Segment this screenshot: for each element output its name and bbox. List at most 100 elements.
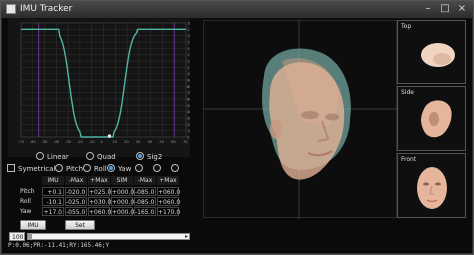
value-cell[interactable]: -025.0 bbox=[65, 197, 87, 206]
radio-sig2-icon bbox=[136, 152, 144, 160]
radio-quad[interactable]: Quad bbox=[86, 152, 116, 161]
radio-linear[interactable]: Linear bbox=[36, 152, 69, 161]
y-tick-label: 80 bbox=[187, 85, 190, 89]
status-text: P:0.06;PR:-11.41;RY:165.46;Y bbox=[8, 242, 110, 249]
value-cell[interactable]: -165.0 bbox=[134, 207, 156, 216]
x-tick-label: 60 bbox=[171, 140, 176, 144]
slider-thumb[interactable] bbox=[28, 233, 32, 240]
radio-pitch[interactable]: Pitch bbox=[55, 164, 84, 173]
y-tick-label: 40 bbox=[187, 110, 190, 114]
rate-spinbox[interactable]: 100 bbox=[9, 232, 25, 241]
value-cell[interactable]: +000.0 bbox=[111, 187, 134, 196]
title-bar: IMU Tracker – □ × bbox=[1, 1, 473, 19]
side-view-label: Side bbox=[401, 89, 414, 96]
set-ranges-button[interactable]: Set Ranges bbox=[65, 220, 95, 239]
symmetrical-checkbox[interactable]: Symetrical bbox=[7, 164, 56, 173]
row-label: Roll bbox=[20, 198, 31, 205]
radio-roll-label: Roll bbox=[94, 165, 107, 173]
side-view-panel[interactable]: Side bbox=[397, 86, 466, 151]
value-cell[interactable]: +060.0 bbox=[88, 207, 111, 216]
x-tick-label: 70 bbox=[183, 140, 188, 144]
y-tick-label: 140 bbox=[187, 47, 190, 51]
client-area: 1801701601501401301201101009080706050403… bbox=[2, 19, 472, 253]
curve-plot: 1801701601501401301201101009080706050403… bbox=[18, 22, 190, 145]
maximize-icon[interactable]: □ bbox=[438, 3, 452, 15]
radio-quad-label: Quad bbox=[97, 153, 116, 161]
value-cell[interactable]: +025.0 bbox=[88, 187, 111, 196]
3d-head-viewport[interactable] bbox=[203, 20, 398, 219]
value-cell[interactable]: -055.0 bbox=[65, 207, 87, 216]
value-cell[interactable]: +060.0 bbox=[157, 197, 180, 206]
x-tick-label: 40 bbox=[148, 140, 153, 144]
header-imu-max: +Max bbox=[88, 176, 110, 185]
x-tick-label: 10 bbox=[112, 140, 117, 144]
y-tick-label: 10 bbox=[187, 129, 190, 133]
side-view-head bbox=[421, 100, 452, 138]
minimize-icon[interactable]: – bbox=[421, 3, 435, 15]
radio-pitch-label: Pitch bbox=[66, 165, 84, 173]
header-sim: SIM bbox=[111, 176, 133, 185]
checkbox-icon bbox=[7, 164, 15, 172]
y-tick-label: 130 bbox=[187, 53, 190, 57]
sim-head bbox=[269, 62, 345, 180]
y-tick-label: 70 bbox=[187, 91, 190, 95]
value-cell[interactable]: +0.1 bbox=[42, 187, 64, 196]
radio-extra-1-icon bbox=[135, 164, 143, 172]
row-label: Pitch bbox=[20, 188, 35, 195]
radio-yaw-icon bbox=[107, 164, 115, 172]
radio-extra-2[interactable] bbox=[153, 164, 164, 173]
y-tick-label: 50 bbox=[187, 104, 190, 108]
top-view-label: Top bbox=[401, 23, 412, 30]
radio-pitch-icon bbox=[55, 164, 63, 172]
value-cell[interactable]: +060.0 bbox=[157, 187, 180, 196]
x-tick-label: -20 bbox=[77, 140, 84, 144]
x-tick-label: 20 bbox=[124, 140, 129, 144]
y-tick-label: 160 bbox=[187, 34, 190, 38]
value-cell[interactable]: -020.0 bbox=[65, 187, 87, 196]
radio-yaw-label: Yaw bbox=[118, 165, 132, 173]
header-sim-max: +Max bbox=[157, 176, 179, 185]
x-tick-label: 0 bbox=[101, 140, 104, 144]
value-cell[interactable]: -085.0 bbox=[134, 187, 156, 196]
y-tick-label: 20 bbox=[187, 123, 190, 127]
x-tick-label: 50 bbox=[159, 140, 164, 144]
y-tick-label: 60 bbox=[187, 98, 190, 102]
y-tick-label: 180 bbox=[187, 22, 190, 26]
radio-roll-icon bbox=[83, 164, 91, 172]
radio-yaw[interactable]: Yaw bbox=[107, 164, 132, 173]
radio-linear-icon bbox=[36, 152, 44, 160]
row-label: Yaw bbox=[20, 208, 32, 215]
value-cell[interactable]: -085.0 bbox=[134, 197, 156, 206]
y-tick-label: 110 bbox=[187, 66, 190, 70]
top-view-head bbox=[421, 43, 455, 67]
close-icon[interactable]: × bbox=[455, 3, 469, 15]
radio-extra-1[interactable] bbox=[135, 164, 146, 173]
value-cell[interactable]: +030.0 bbox=[88, 197, 111, 206]
y-tick-label: 100 bbox=[187, 72, 190, 76]
top-view-panel[interactable]: Top bbox=[397, 20, 466, 84]
slider-arrow-icon[interactable]: ▸ bbox=[185, 233, 188, 240]
y-tick-label: 0 bbox=[187, 136, 190, 140]
value-cell[interactable]: +17.0 bbox=[42, 207, 64, 216]
radio-sig2[interactable]: Sig2 bbox=[136, 152, 162, 161]
x-tick-label: -70 bbox=[18, 140, 25, 144]
symmetrical-label: Symetrical bbox=[18, 165, 56, 173]
front-view-panel[interactable]: Front bbox=[397, 153, 466, 218]
response-curve-graph[interactable]: 1801701601501401301201101009080706050403… bbox=[8, 19, 190, 157]
imu-zero-button[interactable]: IMU Zero bbox=[20, 220, 46, 239]
x-tick-label: -40 bbox=[53, 140, 60, 144]
axis-select-group: Symetrical Pitch Roll Yaw bbox=[7, 164, 187, 175]
radio-linear-label: Linear bbox=[47, 153, 69, 161]
radio-extra-3[interactable] bbox=[171, 164, 182, 173]
x-tick-label: 30 bbox=[136, 140, 141, 144]
value-cell[interactable]: +000.0 bbox=[111, 207, 134, 216]
value-cell[interactable]: +000.0 bbox=[111, 197, 134, 206]
y-tick-label: 170 bbox=[187, 28, 190, 32]
value-cell[interactable]: -10.1 bbox=[42, 197, 64, 206]
radio-roll[interactable]: Roll bbox=[83, 164, 107, 173]
y-tick-label: 30 bbox=[187, 117, 190, 121]
radio-quad-icon bbox=[86, 152, 94, 160]
radio-extra-2-icon bbox=[153, 164, 161, 172]
rate-slider[interactable]: ▸ bbox=[27, 233, 190, 240]
value-cell[interactable]: +170.0 bbox=[157, 207, 180, 216]
